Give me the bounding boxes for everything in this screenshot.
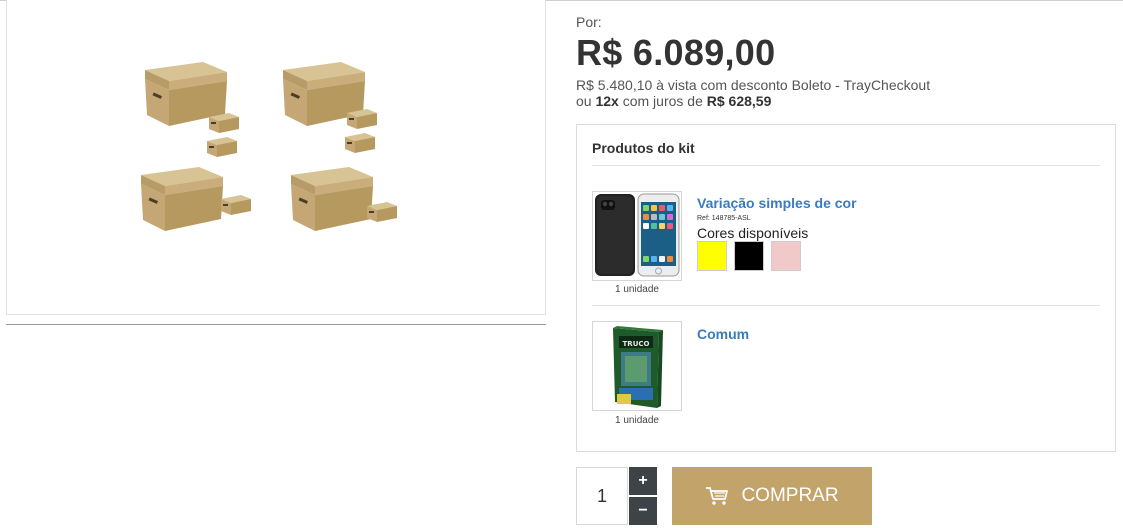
color-swatch-pink[interactable] bbox=[771, 241, 801, 271]
price-prefix: Por: bbox=[576, 14, 602, 30]
buy-button-label: COMPRAR bbox=[741, 485, 839, 506]
buy-button[interactable]: COMPRAR bbox=[672, 467, 872, 525]
installment-value: R$ 628,59 bbox=[706, 93, 772, 109]
cardboard-boxes-image bbox=[141, 62, 397, 231]
phone-case-image bbox=[595, 193, 680, 277]
kit-item-name-common[interactable]: Comum bbox=[697, 326, 749, 342]
kit-products-panel: Produtos do kit 1 unidade Variação simpl… bbox=[576, 124, 1116, 452]
quantity-decrease-button[interactable]: − bbox=[629, 497, 657, 525]
cash-price-line: R$ 5.480,10 à vista com desconto Boleto … bbox=[576, 77, 930, 93]
colors-available-label: Cores disponíveis bbox=[697, 225, 809, 241]
kit-item-quantity: 1 unidade bbox=[615, 415, 659, 426]
color-swatch-black[interactable] bbox=[734, 241, 764, 271]
quantity-increase-button[interactable]: + bbox=[629, 467, 657, 495]
kit-item-ref: Ref: 148785-ASL bbox=[697, 215, 751, 222]
kit-divider bbox=[592, 305, 1100, 306]
kit-item-name-variation[interactable]: Variação simples de cor bbox=[697, 195, 857, 211]
installments-prefix: ou bbox=[576, 93, 596, 109]
kit-item-image-game[interactable]: TRUCO bbox=[592, 321, 682, 411]
kit-title: Produtos do kit bbox=[592, 140, 695, 156]
quantity-input[interactable] bbox=[576, 467, 628, 525]
kit-item-image-phone-case[interactable] bbox=[592, 191, 682, 281]
installments-mid: com juros de bbox=[618, 93, 707, 109]
cart-icon bbox=[706, 487, 729, 505]
installments-count: 12x bbox=[595, 93, 619, 109]
svg-text:TRUCO: TRUCO bbox=[623, 340, 650, 348]
color-swatch-yellow[interactable] bbox=[697, 241, 727, 271]
kit-divider bbox=[592, 165, 1100, 166]
cash-price-text: à vista com desconto Boleto - TrayChecko… bbox=[652, 77, 931, 93]
kit-item-quantity: 1 unidade bbox=[615, 284, 659, 295]
product-price: R$ 6.089,00 bbox=[576, 32, 776, 73]
cash-price: R$ 5.480,10 bbox=[576, 77, 653, 93]
installments-line: ou 12x com juros de R$ 628,59 bbox=[576, 93, 771, 109]
main-product-image[interactable] bbox=[6, 0, 546, 315]
game-package-image: TRUCO bbox=[613, 326, 663, 408]
section-divider bbox=[6, 324, 546, 325]
